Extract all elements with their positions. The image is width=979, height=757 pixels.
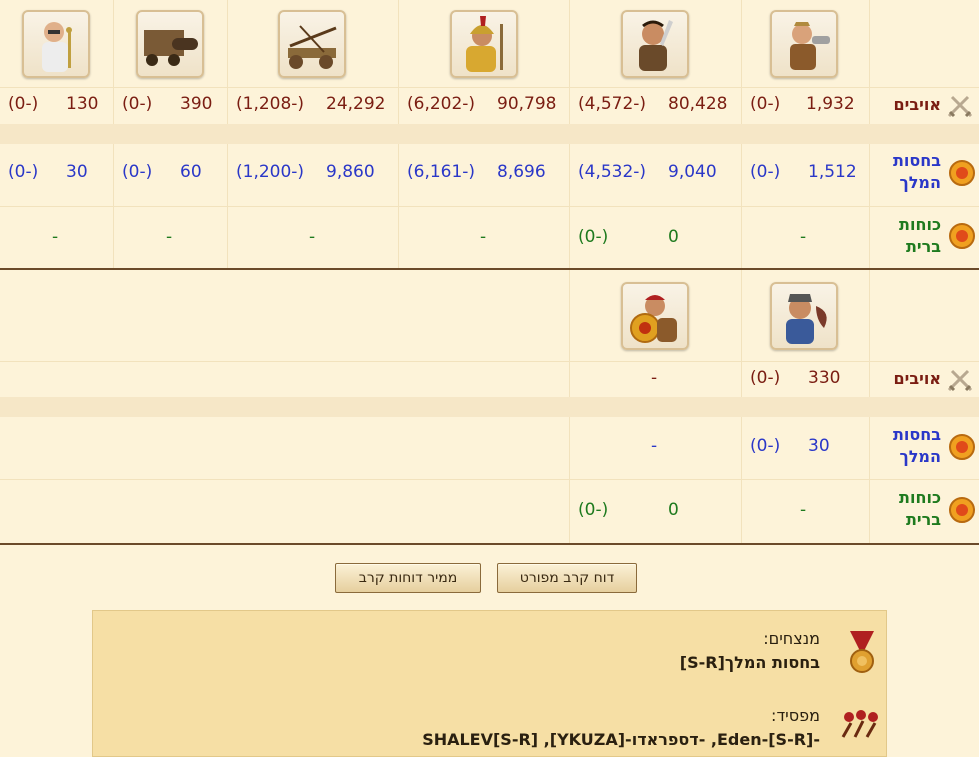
- enemy-loss-3: (6,202-): [407, 94, 476, 114]
- ally-value-6: -: [52, 227, 59, 247]
- crossed-swords-icon-2: [946, 366, 974, 394]
- king-loss-b1: (0-): [750, 436, 781, 456]
- row-label-king-guard-2-line1: בחסות: [892, 425, 941, 444]
- convert-reports-button[interactable]: ממיר דוחות קרב: [335, 563, 481, 593]
- row-label-allies-2-line2: ברית: [905, 510, 941, 529]
- enemy-value-b1: 330: [808, 368, 841, 388]
- ally-loss-b2: (0-): [578, 500, 609, 520]
- king-loss-4: (1,200-): [236, 162, 305, 182]
- enemy-loss-6: (0-): [8, 94, 39, 114]
- battering-ram-unit-icon[interactable]: [136, 10, 204, 78]
- swordsman-unit-icon[interactable]: [621, 10, 689, 78]
- king-value-3: 8,696: [497, 162, 546, 182]
- ballista-unit-icon[interactable]: [278, 10, 346, 78]
- losers-title: מפסיד:: [771, 706, 820, 725]
- king-value-2: 9,040: [668, 162, 717, 182]
- king-loss-1: (0-): [750, 162, 781, 182]
- ally-value-2: 0: [668, 227, 679, 247]
- king-value-b1: 30: [808, 436, 830, 456]
- enemy-value-1: 1,932: [806, 94, 855, 114]
- ally-loss-2: (0-): [578, 227, 609, 247]
- ally-value-1: -: [800, 227, 807, 247]
- row-label-king-guard-2-line2: המלך: [899, 447, 942, 466]
- king-value-b2: -: [651, 436, 658, 456]
- enemy-value-6: 130: [66, 94, 99, 114]
- king-loss-6: (0-): [8, 162, 39, 182]
- ally-value-5: -: [166, 227, 173, 247]
- enemy-value-3: 90,798: [497, 94, 557, 114]
- enemy-value-5: 390: [180, 94, 213, 114]
- row-label-allies: כוחות ברית: [899, 214, 941, 258]
- medal-icon: [846, 629, 878, 675]
- king-value-4: 9,860: [326, 162, 375, 182]
- enemy-value-b2: -: [651, 368, 658, 388]
- row-label-allies-line2: ברית: [905, 237, 941, 256]
- healer-unit-icon[interactable]: [22, 10, 90, 78]
- enemy-loss-5: (0-): [122, 94, 153, 114]
- enemy-loss-4: (1,208-): [236, 94, 305, 114]
- enemy-loss-b1: (0-): [750, 368, 781, 388]
- row-label-allies-2-line1: כוחות: [899, 488, 941, 507]
- enemy-value-2: 80,428: [668, 94, 728, 114]
- enemy-loss-1: (0-): [750, 94, 781, 114]
- crossed-swords-icon: [946, 92, 974, 120]
- king-loss-2: (4,532-): [578, 162, 647, 182]
- row-label-allies-line1: כוחות: [899, 215, 941, 234]
- enemy-loss-2: (4,572-): [578, 94, 647, 114]
- row-label-enemies-2: אויבים: [893, 369, 941, 388]
- enemy-value-4: 24,292: [326, 94, 386, 114]
- row-label-allies-2: כוחות ברית: [899, 487, 941, 531]
- spartan-unit-icon[interactable]: [450, 10, 518, 78]
- king-loss-5: (0-): [122, 162, 153, 182]
- detailed-report-button[interactable]: דוח קרב מפורט: [497, 563, 637, 593]
- king-guard-icon-2: [948, 433, 976, 461]
- row-label-king-guard-line1: בחסות: [892, 151, 941, 170]
- row-label-king-guard-line2: המלך: [899, 173, 942, 192]
- king-guard-icon: [948, 159, 976, 187]
- row-label-enemies: אויבים: [893, 95, 941, 114]
- losers-value: SHALEV[S-R] ,[YKUZA]-דספראדו- ,Eden-[S-R…: [422, 730, 820, 749]
- winners-value: בחסות המלך[S-R]: [679, 653, 820, 672]
- king-value-1: 1,512: [808, 162, 857, 182]
- ally-value-b2: 0: [668, 500, 679, 520]
- winners-title: מנצחים:: [763, 629, 820, 648]
- king-value-6: 30: [66, 162, 88, 182]
- king-loss-3: (6,161-): [407, 162, 476, 182]
- allies-icon: [948, 222, 976, 250]
- ally-value-b1: -: [800, 500, 807, 520]
- ally-value-4: -: [309, 227, 316, 247]
- cook-unit-icon[interactable]: [770, 282, 838, 350]
- allies-icon-2: [948, 496, 976, 524]
- battle-result-panel: מנצחים: בחסות המלך[S-R] מפסיד: SHALEV[S-…: [92, 610, 887, 757]
- shield-warrior-unit-icon[interactable]: [621, 282, 689, 350]
- row-label-king-guard-2: בחסות המלך: [893, 424, 941, 468]
- row-label-king-guard: בחסות המלך: [893, 150, 941, 194]
- archer-unit-icon[interactable]: [770, 10, 838, 78]
- king-value-5: 60: [180, 162, 202, 182]
- ally-value-3: -: [480, 227, 487, 247]
- defeated-army-icon: [841, 707, 883, 741]
